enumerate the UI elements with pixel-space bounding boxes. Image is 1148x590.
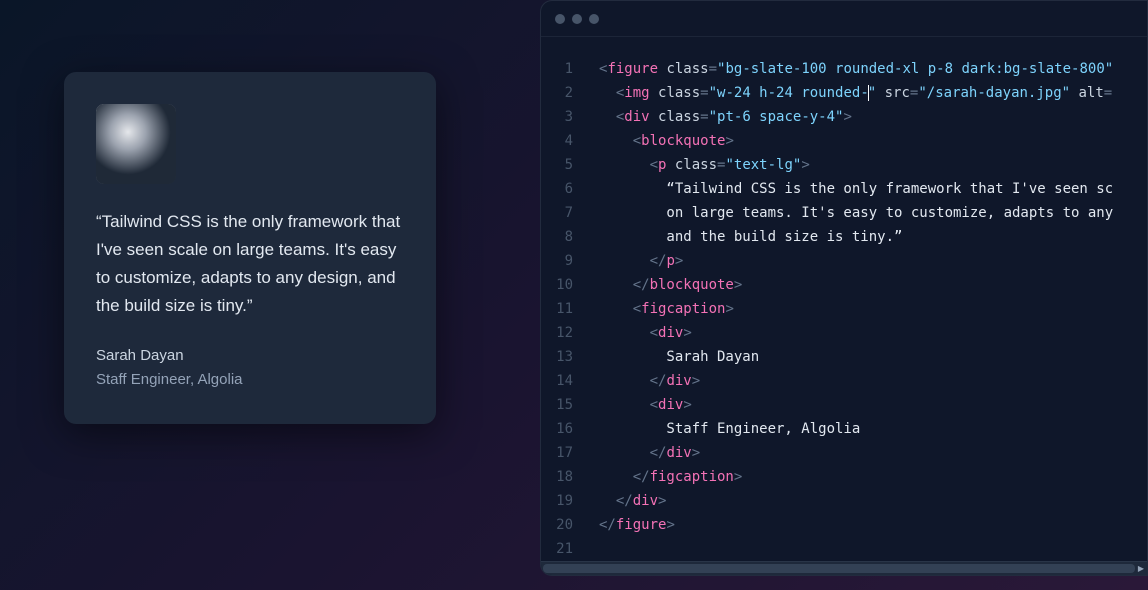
code-line[interactable]: </p> [599,249,1147,273]
line-number-gutter: 123456789101112131415161718192021 [541,37,587,561]
line-number: 7 [541,201,587,225]
code-line[interactable]: </figure> [599,513,1147,537]
line-number: 4 [541,129,587,153]
line-number: 13 [541,345,587,369]
main-container: “Tailwind CSS is the only framework that… [0,0,1148,590]
line-number: 6 [541,177,587,201]
scrollbar-thumb[interactable] [543,564,1135,573]
code-line[interactable]: <figcaption> [599,297,1147,321]
editor-body[interactable]: 123456789101112131415161718192021 <figur… [541,37,1147,561]
code-line[interactable]: <p class="text-lg"> [599,153,1147,177]
line-number: 11 [541,297,587,321]
code-line[interactable]: Sarah Dayan [599,345,1147,369]
line-number: 16 [541,417,587,441]
code-editor: 123456789101112131415161718192021 <figur… [540,0,1148,576]
code-line[interactable]: <div class="pt-6 space-y-4"> [599,105,1147,129]
code-line[interactable] [599,537,1147,561]
code-content[interactable]: <figure class="bg-slate-100 rounded-xl p… [587,37,1147,561]
line-number: 17 [541,441,587,465]
horizontal-scrollbar[interactable]: ◀ ▶ [541,561,1147,575]
line-number: 5 [541,153,587,177]
code-line[interactable]: <div> [599,393,1147,417]
code-line[interactable]: <img class="w-24 h-24 rounded-" src="/sa… [599,81,1147,105]
window-minimize-icon[interactable] [572,14,582,24]
scroll-right-icon[interactable]: ▶ [1135,562,1147,575]
code-line[interactable]: <div> [599,321,1147,345]
line-number: 14 [541,369,587,393]
line-number: 19 [541,489,587,513]
line-number: 2 [541,81,587,105]
code-line[interactable]: Staff Engineer, Algolia [599,417,1147,441]
code-line[interactable]: and the build size is tiny.” [599,225,1147,249]
line-number: 3 [541,105,587,129]
editor-titlebar [541,1,1147,37]
window-close-icon[interactable] [555,14,565,24]
code-line[interactable]: </div> [599,489,1147,513]
line-number: 15 [541,393,587,417]
line-number: 9 [541,249,587,273]
code-line[interactable]: on large teams. It's easy to customize, … [599,201,1147,225]
code-line[interactable]: </div> [599,441,1147,465]
author-role: Staff Engineer, Algolia [96,368,404,392]
line-number: 1 [541,57,587,81]
code-line[interactable]: </div> [599,369,1147,393]
line-number: 8 [541,225,587,249]
testimonial-card: “Tailwind CSS is the only framework that… [64,72,436,424]
line-number: 20 [541,513,587,537]
code-line[interactable]: </figcaption> [599,465,1147,489]
code-line[interactable]: </blockquote> [599,273,1147,297]
avatar-image [96,104,176,184]
code-line[interactable]: <figure class="bg-slate-100 rounded-xl p… [599,57,1147,81]
code-line[interactable]: <blockquote> [599,129,1147,153]
testimonial-quote: “Tailwind CSS is the only framework that… [96,208,404,320]
line-number: 12 [541,321,587,345]
line-number: 10 [541,273,587,297]
line-number: 18 [541,465,587,489]
window-maximize-icon[interactable] [589,14,599,24]
code-line[interactable]: “Tailwind CSS is the only framework that… [599,177,1147,201]
line-number: 21 [541,537,587,561]
author-name: Sarah Dayan [96,344,404,368]
